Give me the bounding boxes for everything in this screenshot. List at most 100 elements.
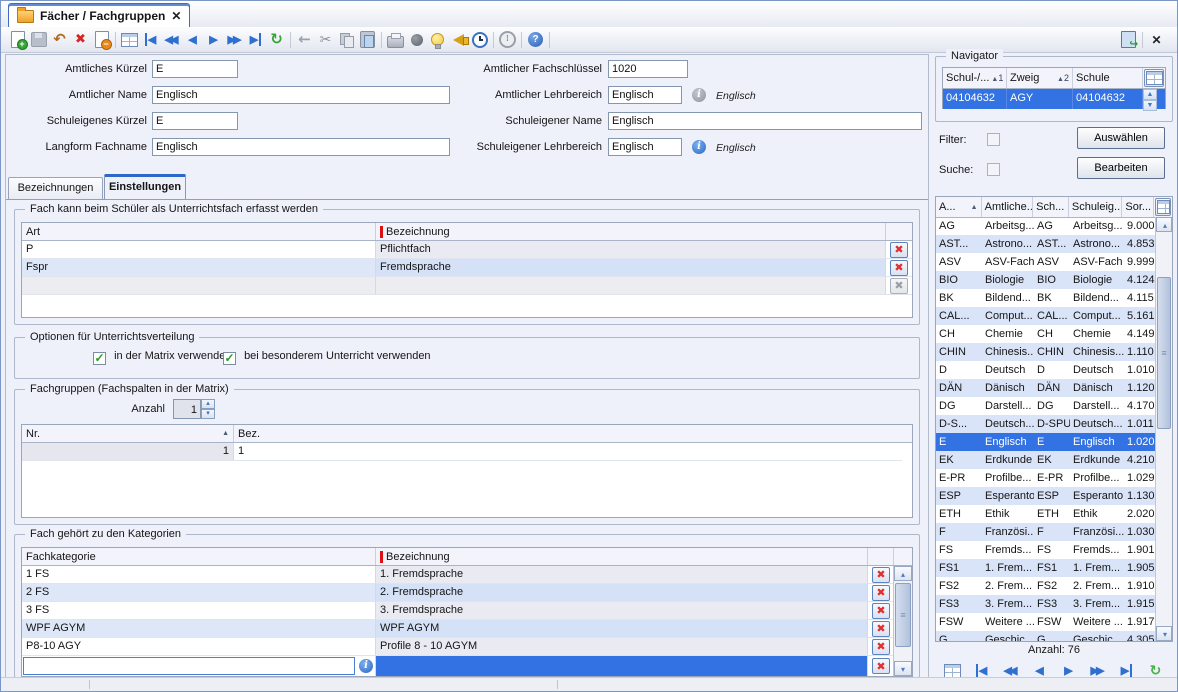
scrollbar-thumb[interactable]	[895, 583, 911, 647]
hint-button[interactable]	[427, 29, 448, 50]
grid-options-button[interactable]	[1144, 69, 1164, 87]
paste-button[interactable]	[357, 29, 378, 50]
nav-fast-forward-button[interactable]	[224, 29, 245, 50]
subject-row[interactable]: AST... Astrono... AST... Astrono... 4.85…	[936, 235, 1156, 253]
schuleigener-name-field[interactable]	[608, 112, 922, 130]
kategorie-row[interactable]: P8-10 AGY Profile 8 - 10 AGYM	[22, 638, 912, 656]
subject-row[interactable]: BIO Biologie BIO Biologie 4.124	[936, 271, 1156, 289]
refresh-button[interactable]	[266, 29, 287, 50]
subject-row[interactable]: FS Fremds... FS Fremds... 1.901	[936, 541, 1156, 559]
kategorie-row[interactable]: 3 FS 3. Fremdsprache	[22, 602, 912, 620]
subject-row[interactable]: FS3 3. Frem... FS3 3. Frem... 1.915	[936, 595, 1156, 613]
subject-row[interactable]: FS1 1. Frem... FS1 1. Frem... 1.905	[936, 559, 1156, 577]
subject-row[interactable]: BK Bildend... BK Bildend... 4.115	[936, 289, 1156, 307]
subject-row[interactable]: FSW Weitere ... FSW Weitere ... 1.917	[936, 613, 1156, 631]
disc-button[interactable]	[406, 29, 427, 50]
scroll-up-button[interactable]	[894, 566, 912, 581]
amtlicher-fachschluessel-field[interactable]	[608, 60, 688, 78]
column-schulnummer[interactable]: Schul-/...1	[943, 68, 1007, 88]
column-amtliche[interactable]: Amtliche...	[982, 197, 1034, 217]
filter-checkbox[interactable]	[987, 133, 1000, 146]
column-kuerzel[interactable]: A...	[936, 197, 982, 217]
scrollbar-thumb[interactable]	[1157, 277, 1171, 429]
subject-row[interactable]: ETH Ethik ETH Ethik 2.020	[936, 505, 1156, 523]
print-button[interactable]	[385, 29, 406, 50]
subject-row[interactable]: F Französi... F Französi... 1.030	[936, 523, 1156, 541]
new-record-button[interactable]: +	[7, 29, 28, 50]
nav-last-button[interactable]	[245, 29, 266, 50]
scroll-down-button[interactable]	[1156, 626, 1172, 641]
schuleigenes-kuerzel-field[interactable]	[152, 112, 238, 130]
row-up-button[interactable]	[1143, 89, 1157, 100]
subject-row[interactable]: CAL... Comput... CAL... Comput... 5.161	[936, 307, 1156, 325]
settings-button[interactable]	[497, 29, 518, 50]
subject-row[interactable]: EK Erdkunde EK Erdkunde 4.210	[936, 451, 1156, 469]
unterrichtsfach-empty-row[interactable]	[22, 277, 912, 295]
column-art[interactable]: Art	[22, 223, 376, 240]
nav-fast-back-button[interactable]	[161, 29, 182, 50]
row-down-button[interactable]	[1143, 100, 1157, 111]
grid-options-button[interactable]	[1155, 198, 1171, 216]
cut-button[interactable]	[315, 29, 336, 50]
matrix-checkbox[interactable]	[93, 352, 106, 365]
delete-row-button[interactable]	[872, 621, 890, 637]
subject-row[interactable]: FS2 2. Frem... FS2 2. Frem... 1.910	[936, 577, 1156, 595]
langform-fachname-field[interactable]	[152, 138, 450, 156]
subject-row[interactable]: AG Arbeitsg... AG Arbeitsg... 9.000	[936, 217, 1156, 235]
data-grid-button[interactable]	[119, 29, 140, 50]
subject-row[interactable]: ASV ASV-Fach ASV ASV-Fach 9.999	[936, 253, 1156, 271]
kategorie-row[interactable]: 2 FS 2. Fremdsprache	[22, 584, 912, 602]
scroll-down-button[interactable]	[894, 661, 912, 676]
amtlicher-lehrbereich-field[interactable]	[608, 86, 682, 104]
form-cancel-button[interactable]: −	[91, 29, 112, 50]
kategorie-new-row[interactable]	[22, 656, 912, 677]
suche-checkbox[interactable]	[987, 163, 1000, 176]
nav-back-button[interactable]	[182, 29, 203, 50]
notify-button[interactable]	[448, 29, 469, 50]
subject-row[interactable]: CH Chemie CH Chemie 4.149	[936, 325, 1156, 343]
bearbeiten-button[interactable]: Bearbeiten	[1077, 157, 1165, 179]
stepper-up-button[interactable]	[201, 399, 215, 409]
column-schuleigenes-kuerzel[interactable]: Sch...	[1033, 197, 1069, 217]
new-kategorie-input[interactable]	[23, 657, 355, 675]
column-sortierung[interactable]: Sor...	[1122, 197, 1154, 217]
info-icon[interactable]	[692, 140, 706, 154]
unterrichtsfach-row[interactable]: Fspr Fremdsprache	[22, 259, 912, 277]
delete-row-button[interactable]	[890, 242, 908, 258]
back-arrow-button[interactable]	[294, 29, 315, 50]
subject-row[interactable]: G Geschic... G Geschic... 4.305	[936, 631, 1156, 641]
kategorie-row[interactable]: WPF AGYM WPF AGYM	[22, 620, 912, 638]
besonderer-unterricht-checkbox[interactable]	[223, 352, 236, 365]
subject-row[interactable]: ESP Esperanto ESP Esperanto 1.130	[936, 487, 1156, 505]
column-schule[interactable]: Schule	[1073, 68, 1143, 88]
column-nr[interactable]: Nr.	[22, 425, 234, 442]
tab-close-icon[interactable]	[171, 10, 181, 22]
kategorie-row[interactable]: 1 FS 1. Fremdsprache	[22, 566, 912, 584]
schuleigener-lehrbereich-field[interactable]	[608, 138, 682, 156]
delete-row-button[interactable]	[872, 585, 890, 601]
close-pane-button[interactable]	[1146, 29, 1167, 50]
kategorien-scrollbar[interactable]	[893, 566, 912, 676]
column-bezeichnung[interactable]: Bezeichnung	[376, 548, 868, 565]
copy-button[interactable]	[336, 29, 357, 50]
tab-einstellungen[interactable]: Einstellungen	[104, 174, 186, 199]
delete-row-button[interactable]	[872, 639, 890, 655]
amtliches-kuerzel-field[interactable]	[152, 60, 238, 78]
column-bez[interactable]: Bez.	[234, 425, 902, 442]
column-schuleigene[interactable]: Schuleig...	[1069, 197, 1123, 217]
subject-row[interactable]: DG Darstell... DG Darstell... 4.170	[936, 397, 1156, 415]
nav-forward-button[interactable]	[203, 29, 224, 50]
delete-row-button[interactable]	[872, 603, 890, 619]
switch-view-button[interactable]	[1118, 29, 1139, 50]
subject-row[interactable]: E-PR Profilbe... E-PR Profilbe... 1.029	[936, 469, 1156, 487]
timer-button[interactable]	[469, 29, 490, 50]
amtlicher-name-field[interactable]	[152, 86, 450, 104]
column-zweig[interactable]: Zweig2	[1007, 68, 1073, 88]
delete-row-button[interactable]	[872, 658, 890, 674]
unterrichtsfach-row[interactable]: P Pflichtfach	[22, 241, 912, 259]
subject-row[interactable]: CHIN Chinesis... CHIN Chinesis... 1.110	[936, 343, 1156, 361]
tab-faecher-fachgruppen[interactable]: Fächer / Fachgruppen	[8, 3, 190, 28]
fachgruppen-row[interactable]: 1 1	[22, 443, 912, 461]
navigator-selected-row[interactable]: 04104632 AGY 04104632	[943, 89, 1165, 109]
info-icon[interactable]	[359, 659, 373, 673]
